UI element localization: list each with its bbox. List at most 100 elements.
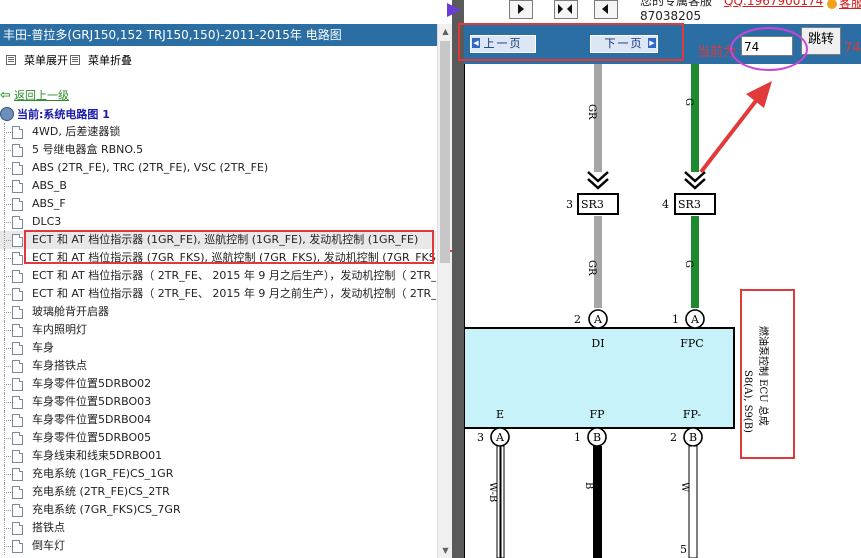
tree-item[interactable]: 5 号继电器盒 RBNO.5 [0,141,436,159]
tree-item-label: 搭铁点 [32,521,65,534]
tree-item-label: ABS_B [32,179,67,192]
first-page-tool-button[interactable] [509,0,533,19]
qq-link[interactable]: QQ:1967900174 [724,0,823,8]
connector-sr3-right-label: SR3 [678,198,701,211]
service-link-label: 客服 [839,0,861,10]
tree-item-label: 车身零件位置5DRBO04 [32,413,152,426]
wire-color-g-mid: G [683,260,694,268]
connector-sr3-left-label: SR3 [581,198,604,211]
tree-item[interactable]: ABS_F [0,195,436,213]
collapse-icon [70,55,80,65]
tree-guide-tick [4,384,11,385]
annotation-arrow [699,81,772,174]
prev-tool-button[interactable] [594,0,618,19]
tree-list: 4WD, 后差速器锁 5 号继电器盒 RBNO.5 ABS (2TR_FE), TR… [0,123,436,555]
document-icon [12,270,23,283]
tree-item[interactable]: ABS_B [0,177,436,195]
tree-guide-tick [4,348,11,349]
tree-item-label: 车身零件位置5DRBO02 [32,377,152,390]
fit-tool-button[interactable] [554,0,578,19]
tree-guide-tick [4,258,11,259]
tree-item[interactable]: 4WD, 后差速器锁 [0,123,436,141]
document-icon [12,324,23,337]
pin-fpm-conn: B [689,431,697,444]
tree-item[interactable]: 车身线束和线束5DRBO01 [0,447,436,465]
pin-di-conn: A [593,313,603,326]
connector-sr3-left-num: 3 [566,198,573,211]
scroll-up-icon[interactable]: ▲ [438,24,452,39]
service-text: 您的专属客服 [640,0,713,8]
wire-color-wb: W-B [487,482,498,502]
tree-item[interactable]: ECT 和 AT 档位指示器 (1GR_FE), 巡航控制 (1GR_FE), … [0,231,436,249]
tree-item[interactable]: ECT 和 AT 档位指示器 (7GR_FKS), 巡航控制 (7GR_FKS)… [0,249,436,267]
document-icon [12,468,23,481]
tree-item-label: 车身 [32,341,54,354]
collapse-arrow-icon[interactable] [447,3,461,17]
wiring-diagram: GR G GR G SR3 3 SR3 4 A 2 A 1 DI FPC E F… [464,64,795,558]
tree-guide-tick [4,222,11,223]
tree-item[interactable]: 车身零件位置5DRBO04 [0,411,436,429]
pin-fp-conn: B [593,431,601,444]
tree-item[interactable]: 车身搭铁点 [0,357,436,375]
current-node-label: 当前:系统电路图 1 [17,108,110,121]
tree-item[interactable]: 搭铁点 [0,519,436,537]
menu-expand-button[interactable]: 菜单展开 [6,54,68,70]
scroll-thumb[interactable] [440,41,450,263]
arrow-left-icon [567,4,572,14]
tree-item[interactable]: 车身零件位置5DRBO02 [0,375,436,393]
pin-fpc-conn: A [690,313,700,326]
document-icon [12,306,23,319]
tree-item[interactable]: 充电系统 (2TR_FE)CS_2TR [0,483,436,501]
menu-collapse-button[interactable]: 菜单折叠 [70,54,132,70]
tree-item[interactable]: 车身零件位置5DRBO05 [0,429,436,447]
tree-item[interactable]: 车身零件位置5DRBO03 [0,393,436,411]
pin-fpc-name: FPC [680,337,703,350]
tree-guide-tick [4,168,11,169]
tree-guide-tick [4,240,11,241]
chat-icon [827,0,837,9]
tree-item[interactable]: DLC3 [0,213,436,231]
scrollbar[interactable]: ▲ ▼ [437,24,452,558]
tree-item[interactable]: ECT 和 AT 档位指示器（ 2TR_FE、 2015 年 9 月之前生产），… [0,285,436,303]
pin-fpm-num: 2 [670,431,677,444]
folder-icon [0,107,14,121]
tree-guide-tick [4,366,11,367]
document-icon [12,342,23,355]
tree-item[interactable]: ECT 和 AT 档位指示器（ 2TR_FE、 2015 年 9 月之后生产），… [0,267,436,285]
back-link[interactable]: ⇦ 返回上一级 [0,88,69,104]
document-icon [12,414,23,427]
tree-guide-tick [4,204,11,205]
tree-item[interactable]: ABS (2TR_FE), TRC (2TR_FE), VSC (2TR_FE) [0,159,436,177]
tree-item[interactable]: 充电系统 (7GR_FKS)CS_7GR [0,501,436,519]
splitter[interactable] [452,0,464,558]
tree-item-label: ECT 和 AT 档位指示器（ 2TR_FE、 2015 年 9 月之前生产），… [32,287,436,300]
current-node: 当前:系统电路图 1 [0,107,110,123]
document-icon [12,288,23,301]
pin-fpc-num: 1 [672,313,679,326]
document-icon [12,432,23,445]
wire-g-upper [691,64,699,172]
tree-item[interactable]: 倒车灯 [0,537,436,555]
scroll-down-icon[interactable]: ▼ [438,543,452,558]
tree-item[interactable]: 充电系统 (1GR_FE)CS_1GR [0,465,436,483]
tree-guide-tick [4,186,11,187]
wire-b [593,446,602,558]
menu-bar: 菜单展开 菜单折叠 [6,54,426,70]
bottom-terminal-num: 5 [680,543,687,556]
document-icon [12,540,23,553]
tree-guide-tick [4,276,11,277]
tree-item[interactable]: 车内照明灯 [0,321,436,339]
component-name: 燃油泵控制 ECU 总成 [757,326,770,426]
document-icon [12,180,23,193]
tree-guide-tick [4,474,11,475]
tree-item-label: 充电系统 (1GR_FE)CS_1GR [32,467,174,480]
tree-item[interactable]: 车身 [0,339,436,357]
tree-guide-tick [4,420,11,421]
pin-fp-num: 1 [574,431,581,444]
tree-guide-tick [4,132,11,133]
tree-item[interactable]: 玻璃舱背开启器 [0,303,436,321]
tree-item-label: 车身线束和线束5DRBO01 [32,449,163,462]
wire-color-g-top: G [683,98,694,106]
service-link[interactable]: 客服 [827,0,861,11]
back-link-label: 返回上一级 [14,89,69,102]
